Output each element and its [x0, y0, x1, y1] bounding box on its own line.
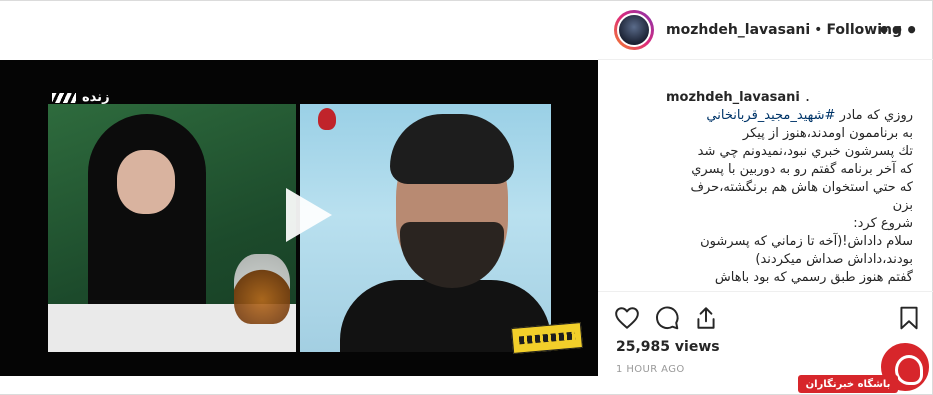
studio-panel: [48, 104, 296, 352]
program-badge: [511, 321, 583, 355]
save-button[interactable]: [896, 305, 924, 333]
channel-logo-mark: [52, 92, 76, 103]
view-count[interactable]: 25,985 views: [616, 339, 720, 355]
channel-live-label: زنده: [82, 90, 110, 105]
header-text: mozhdeh_lavasani • Following: [666, 22, 902, 38]
host-figure: [88, 114, 206, 324]
caption-prefix: روزي که مادر: [835, 108, 913, 123]
share-icon: [697, 307, 715, 329]
comment-button[interactable]: [654, 305, 682, 333]
header-username[interactable]: mozhdeh_lavasani: [666, 22, 810, 38]
share-button[interactable]: [693, 305, 721, 333]
play-button[interactable]: [272, 182, 338, 248]
caption-text: روزي که مادر #شهيد_مجيد_قربانخاني به برن…: [666, 107, 913, 287]
like-button[interactable]: [614, 305, 642, 333]
caption-suffix: .: [804, 86, 811, 105]
comment-icon: [656, 306, 679, 330]
heart-icon: [615, 307, 639, 329]
post-header: mozhdeh_lavasani • Following •••: [598, 0, 933, 60]
host-face: [117, 150, 175, 214]
portrait-beard: [400, 222, 504, 288]
more-options-icon[interactable]: •••: [878, 18, 919, 42]
caption-username[interactable]: mozhdeh_lavasani: [666, 90, 800, 105]
avatar-story-ring[interactable]: [614, 9, 654, 50]
teapot: [234, 254, 290, 324]
avatar[interactable]: [617, 12, 651, 47]
portrait-hair: [390, 114, 514, 184]
hashtag-link[interactable]: #شهيد_مجيد_قربانخاني: [706, 108, 835, 123]
play-icon: [286, 188, 332, 242]
watermark-banner: باشگاه خبرنگاران: [798, 375, 898, 393]
caption: mozhdeh_lavasani . روزي که مادر #شهيد_مج…: [598, 60, 933, 292]
header-separator: •: [814, 21, 823, 38]
rose: [318, 108, 336, 130]
bookmark-icon: [900, 306, 918, 330]
caption-body: به برناممون اومدند،هنوز از پيکر تك پسرشو…: [690, 126, 913, 285]
channel-logo: زنده: [52, 90, 110, 105]
post-timestamp[interactable]: 1 HOUR AGO: [616, 364, 685, 375]
